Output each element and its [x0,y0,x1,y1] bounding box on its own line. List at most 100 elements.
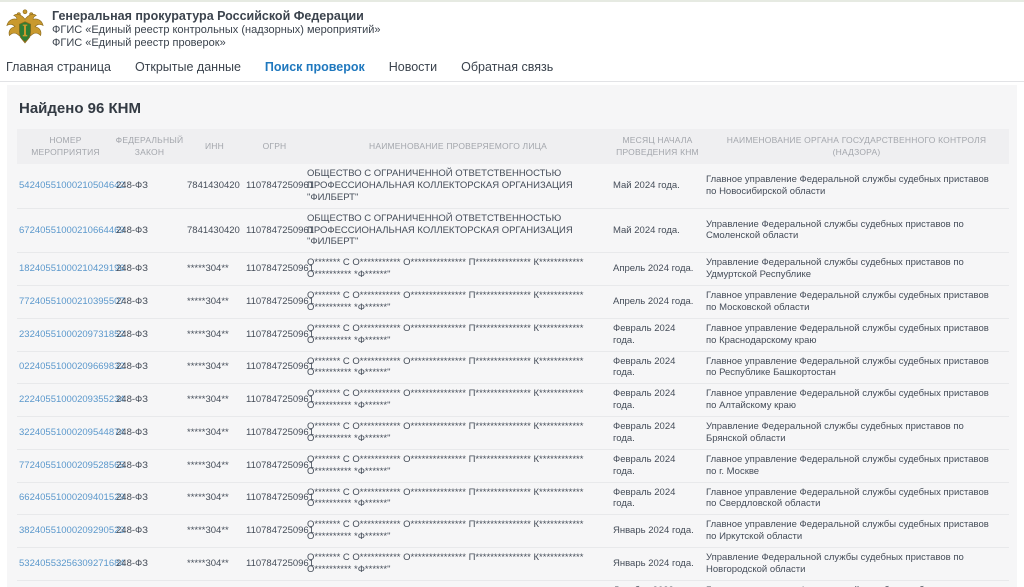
table-row: 23240551000209731852248-ФЗ*****304**1107… [17,319,1009,352]
cell-authority: Управление Федеральной службы судебных п… [704,548,1009,580]
cell-authority: Главное управление Федеральной службы су… [704,450,1009,482]
cell-authority: Главное управление Федеральной службы су… [704,319,1009,351]
cell-authority: Управление Федеральной службы судебных п… [704,417,1009,449]
cell-ogrn: 1107847250961 [244,325,305,345]
cell-month: Апрель 2024 года. [611,292,704,312]
knm-number-link[interactable]: 32240551000209544874 [19,427,125,438]
cell-inn: *****304** [185,456,244,476]
knm-number-link[interactable]: 77240551000210395507 [19,296,125,307]
cell-number: 18240551000210429196 [17,259,114,279]
cell-month: Февраль 2024 года. [611,450,704,482]
nav-item-0[interactable]: Главная страница [6,60,111,74]
knm-number-link[interactable]: 23240551000209731852 [19,329,125,340]
nav-item-4[interactable]: Обратная связь [461,60,553,74]
table-row: 74230551000208980873248-ФЗ*****304**1107… [17,581,1009,587]
table-row: 38240551000209290523248-ФЗ*****304**1107… [17,515,1009,548]
cell-law: 248-ФЗ [114,221,185,241]
column-header-5: МЕСЯЦ НАЧАЛА ПРОВЕДЕНИЯ КНМ [611,129,704,164]
cell-authority: Главное управление Федеральной службы су… [704,483,1009,515]
cell-ogrn: 1107847250961 [244,554,305,574]
cell-law: 248-ФЗ [114,292,185,312]
knm-number-link[interactable]: 54240551000210504642 [19,180,125,191]
cell-name: О******* С О*********** О***************… [305,384,611,416]
knm-number-link[interactable]: 67240551000210664469 [19,225,125,236]
column-header-0: НОМЕР МЕРОПРИЯТИЯ [17,129,114,164]
knm-number-link[interactable]: 77240551000209528565 [19,460,125,471]
cell-law: 248-ФЗ [114,325,185,345]
cell-inn: *****304** [185,259,244,279]
cell-authority: Управление Федеральной службы судебных п… [704,215,1009,247]
cell-number: 66240551000209401529 [17,488,114,508]
knm-number-link[interactable]: 22240551000209355234 [19,394,125,405]
emblem-column [24,26,26,36]
cell-name: О******* С О*********** О***************… [305,450,611,482]
cell-name: О******* С О*********** О***************… [305,515,611,547]
cell-name: О******* С О*********** О***************… [305,352,611,384]
cell-law: 248-ФЗ [114,423,185,443]
cell-number: 53240553256309271684 [17,554,114,574]
cell-number: 02240551000209669832 [17,357,114,377]
cell-month: Декабрь 2023 года. [611,581,704,587]
knm-number-link[interactable]: 38240551000209290523 [19,525,125,536]
table-row: 53240553256309271684248-ФЗ*****304**1107… [17,548,1009,581]
nav-item-1[interactable]: Открытые данные [135,60,241,74]
main-nav: Главная страница Открытые данные Поиск про… [0,52,1024,82]
cell-inn: *****304** [185,325,244,345]
column-header-1: ФЕДЕРАЛЬНЫЙ ЗАКОН [114,129,185,164]
knm-number-link[interactable]: 02240551000209669832 [19,361,125,372]
column-header-3: ОГРН [244,129,305,164]
table-row: 67240551000210664469248-ФЗ78414304201107… [17,209,1009,254]
cell-ogrn: 1107847250961 [244,488,305,508]
cell-month: Февраль 2024 года. [611,384,704,416]
table-row: 54240551000210504642248-ФЗ78414304201107… [17,164,1009,209]
cell-law: 248-ФЗ [114,521,185,541]
cell-authority: Главное управление Федеральной службы су… [704,581,1009,587]
cell-law: 248-ФЗ [114,390,185,410]
cell-ogrn: 1107847250961 [244,456,305,476]
cell-month: Февраль 2024 года. [611,352,704,384]
cell-authority: Главное управление Федеральной службы су… [704,515,1009,547]
cell-law: 248-ФЗ [114,357,185,377]
cell-number: 77240551000210395507 [17,292,114,312]
cell-authority: Управление Федеральной службы судебных п… [704,253,1009,285]
knm-number-link[interactable]: 18240551000210429196 [19,263,125,274]
cell-name: О******* С О*********** О***************… [305,417,611,449]
cell-month: Февраль 2024 года. [611,417,704,449]
cell-ogrn: 1107847250961 [244,521,305,541]
cell-inn: 7841430420 [185,221,244,241]
cell-inn: *****304** [185,292,244,312]
cell-ogrn: 1107847250961 [244,176,305,196]
results-table: НОМЕР МЕРОПРИЯТИЯФЕДЕРАЛЬНЫЙ ЗАКОНИННОГР… [17,129,1009,587]
cell-law: 248-ФЗ [114,456,185,476]
cell-ogrn: 1107847250961 [244,221,305,241]
table-row: 77240551000209528565248-ФЗ*****304**1107… [17,450,1009,483]
table-row: 02240551000209669832248-ФЗ*****304**1107… [17,352,1009,385]
cell-name: О******* С О*********** О***************… [305,483,611,515]
cell-inn: *****304** [185,390,244,410]
column-header-2: ИНН [185,129,244,164]
table-row: 18240551000210429196248-ФЗ*****304**1107… [17,253,1009,286]
cell-ogrn: 1107847250961 [244,259,305,279]
cell-number: 38240551000209290523 [17,521,114,541]
cell-authority: Главное управление Федеральной службы су… [704,384,1009,416]
cell-law: 248-ФЗ [114,554,185,574]
cell-name: О******* С О*********** О***************… [305,548,611,580]
cell-inn: *****304** [185,488,244,508]
nav-item-2[interactable]: Поиск проверок [265,60,365,74]
table-row: 22240551000209355234248-ФЗ*****304**1107… [17,384,1009,417]
knm-number-link[interactable]: 53240553256309271684 [19,558,125,569]
table-row: 77240551000210395507248-ФЗ*****304**1107… [17,286,1009,319]
table-body: 54240551000210504642248-ФЗ78414304201107… [17,164,1009,587]
cell-month: Январь 2024 года. [611,521,704,541]
cell-name: О******* С О*********** О***************… [305,253,611,285]
org-title: Генеральная прокуратура Российской Федер… [52,9,381,24]
cell-number: 77240551000209528565 [17,456,114,476]
cell-number: 32240551000209544874 [17,423,114,443]
knm-number-link[interactable]: 66240551000209401529 [19,492,125,503]
cell-law: 248-ФЗ [114,176,185,196]
cell-month: Май 2024 года. [611,176,704,196]
cell-name: ОБЩЕСТВО С ОГРАНИЧЕННОЙ ОТВЕТСТВЕННОСТЬЮ… [305,164,611,208]
nav-item-3[interactable]: Новости [389,60,437,74]
search-results-panel: Найдено 96 КНМ НОМЕР МЕРОПРИЯТИЯФЕДЕРАЛЬ… [7,85,1017,587]
cell-law: 248-ФЗ [114,259,185,279]
